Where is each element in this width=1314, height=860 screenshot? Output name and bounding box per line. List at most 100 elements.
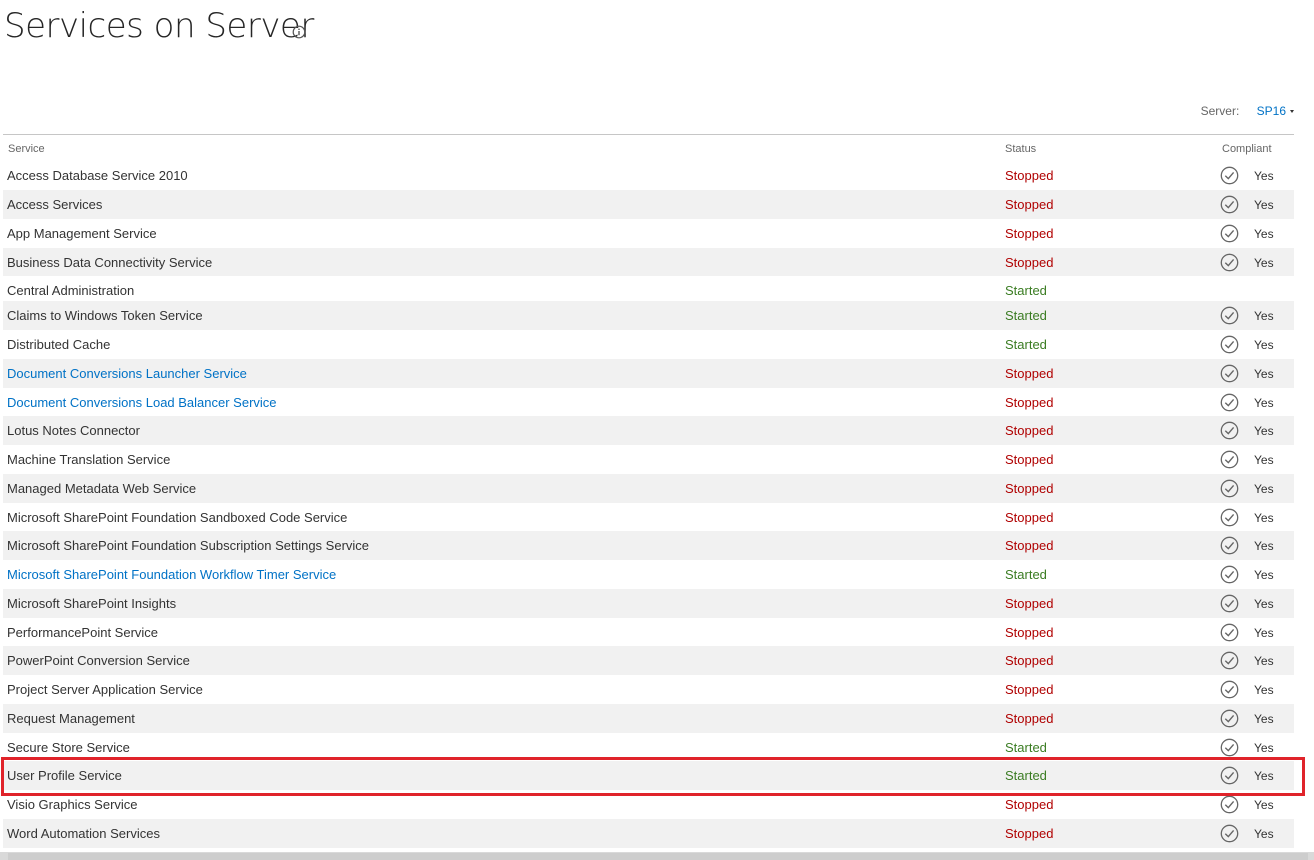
table-header: Service Status Compliant <box>3 135 1294 161</box>
service-name: Visio Graphics Service <box>7 797 138 812</box>
status-action-link[interactable]: Stopped <box>1005 226 1053 241</box>
table-row[interactable]: Visio Graphics Service Stopped Yes <box>3 790 1294 819</box>
page-title: Services on Server <box>4 6 314 46</box>
column-header-service[interactable]: Service <box>8 143 45 155</box>
table-row[interactable]: Microsoft SharePoint Foundation Subscrip… <box>3 531 1294 560</box>
table-row[interactable]: Business Data Connectivity Service Stoppe… <box>3 248 1294 276</box>
check-circle-icon <box>1220 508 1239 527</box>
compliant-value: Yes <box>1254 769 1274 783</box>
service-name: Distributed Cache <box>7 337 111 352</box>
service-name: User Profile Service <box>7 768 122 783</box>
check-circle-icon <box>1220 680 1239 699</box>
status-action-link[interactable]: Stopped <box>1005 366 1053 381</box>
status-action-link[interactable]: Stopped <box>1005 510 1053 525</box>
status-action-link[interactable]: Stopped <box>1005 395 1053 410</box>
check-circle-icon <box>1220 195 1239 214</box>
check-circle-icon <box>1220 738 1239 757</box>
table-row[interactable]: Lotus Notes Connector Stopped Yes <box>3 416 1294 445</box>
service-name: App Management Service <box>7 226 157 241</box>
status-action-link[interactable]: Stopped <box>1005 797 1053 812</box>
table-row[interactable]: Access Services Stopped Yes <box>3 190 1294 219</box>
table-row[interactable]: Access Database Service 2010 Stopped Yes <box>3 161 1294 190</box>
check-circle-icon <box>1220 594 1239 613</box>
status-action-link[interactable]: Stopped <box>1005 255 1053 270</box>
server-label: Server: <box>1200 104 1240 118</box>
service-name: Central Administration <box>7 283 135 298</box>
table-row[interactable]: PowerPoint Conversion Service Stopped Yes <box>3 646 1294 675</box>
check-circle-icon <box>1220 565 1239 584</box>
service-name: Managed Metadata Web Service <box>7 481 197 496</box>
table-row[interactable]: Microsoft SharePoint Insights Stopped Yes <box>3 589 1294 618</box>
service-name: Business Data Connectivity Service <box>7 255 213 270</box>
table-row[interactable]: Central Administration Started <box>3 276 1294 301</box>
service-name: Access Database Service 2010 <box>7 168 188 183</box>
status-action-link[interactable]: Started <box>1005 337 1047 352</box>
service-name: PerformancePoint Service <box>7 625 159 640</box>
caret-down-icon[interactable] <box>1290 110 1294 114</box>
service-link[interactable]: Document Conversions Launcher Service <box>7 366 247 381</box>
table-row[interactable]: Distributed Cache Started Yes <box>3 330 1294 359</box>
service-name: Access Services <box>7 197 103 212</box>
service-name: Request Management <box>7 711 135 726</box>
table-row[interactable]: App Management Service Stopped Yes <box>3 219 1294 248</box>
status-action-link[interactable]: Stopped <box>1005 826 1053 841</box>
check-circle-icon <box>1220 253 1239 272</box>
status-action-link[interactable]: Started <box>1005 283 1047 298</box>
service-link[interactable]: Document Conversions Load Balancer Servi… <box>7 395 277 410</box>
table-row[interactable]: Managed Metadata Web Service Stopped Yes <box>3 474 1294 503</box>
table-row[interactable]: Document Conversions Load Balancer Servi… <box>3 388 1294 416</box>
status-action-link[interactable]: Started <box>1005 768 1047 783</box>
check-circle-icon <box>1220 450 1239 469</box>
table-row[interactable]: Claims to Windows Token Service Started Ye… <box>3 301 1294 330</box>
status-action-link[interactable]: Stopped <box>1005 168 1053 183</box>
service-name: Microsoft SharePoint Foundation Subscrip… <box>7 538 370 553</box>
compliant-value: Yes <box>1254 712 1274 726</box>
status-action-link[interactable]: Stopped <box>1005 682 1053 697</box>
status-action-link[interactable]: Stopped <box>1005 452 1053 467</box>
info-icon[interactable] <box>292 25 306 39</box>
table-row[interactable]: User Profile Service Started Yes <box>3 761 1294 790</box>
table-row[interactable]: Machine Translation Service Stopped Yes <box>3 445 1294 474</box>
status-action-link[interactable]: Stopped <box>1005 653 1053 668</box>
services-table: Service Status Compliant Access Database… <box>3 134 1294 848</box>
column-header-compliant[interactable]: Compliant <box>1222 143 1272 155</box>
compliant-value: Yes <box>1254 511 1274 525</box>
scrollbar-thumb[interactable] <box>8 853 1308 860</box>
compliant-value: Yes <box>1254 367 1274 381</box>
compliant-value: Yes <box>1254 424 1274 438</box>
service-name: Machine Translation Service <box>7 452 171 467</box>
status-action-link[interactable]: Started <box>1005 740 1047 755</box>
table-row[interactable]: Request Management Stopped Yes <box>3 704 1294 733</box>
compliant-value: Yes <box>1254 597 1274 611</box>
table-row[interactable]: Microsoft SharePoint Foundation Sandboxe… <box>3 503 1294 531</box>
status-action-link[interactable]: Stopped <box>1005 625 1053 640</box>
compliant-value: Yes <box>1254 309 1274 323</box>
table-body: Access Database Service 2010 Stopped Yes Ac… <box>3 161 1294 848</box>
status-action-link[interactable]: Started <box>1005 308 1047 323</box>
check-circle-icon <box>1220 393 1239 412</box>
service-name: Microsoft SharePoint Insights <box>7 596 177 611</box>
table-row[interactable]: Document Conversions Launcher Service Sto… <box>3 359 1294 388</box>
table-row[interactable]: Microsoft SharePoint Foundation Workflow… <box>3 560 1294 589</box>
server-dropdown[interactable]: SP16 <box>1257 104 1286 118</box>
service-name: Secure Store Service <box>7 740 130 755</box>
compliant-value: Yes <box>1254 626 1274 640</box>
status-action-link[interactable]: Stopped <box>1005 538 1053 553</box>
service-name: Word Automation Services <box>7 826 160 841</box>
service-link[interactable]: Microsoft SharePoint Foundation Workflow… <box>7 567 336 582</box>
table-row[interactable]: Word Automation Services Stopped Yes <box>3 819 1294 848</box>
status-action-link[interactable]: Stopped <box>1005 197 1053 212</box>
compliant-value: Yes <box>1254 482 1274 496</box>
status-action-link[interactable]: Stopped <box>1005 711 1053 726</box>
column-header-status[interactable]: Status <box>1005 143 1036 155</box>
check-circle-icon <box>1220 479 1239 498</box>
table-row[interactable]: PerformancePoint Service Stopped Yes <box>3 618 1294 646</box>
status-action-link[interactable]: Stopped <box>1005 423 1053 438</box>
status-action-link[interactable]: Stopped <box>1005 596 1053 611</box>
status-action-link[interactable]: Started <box>1005 567 1047 582</box>
table-row[interactable]: Secure Store Service Started Yes <box>3 733 1294 761</box>
compliant-value: Yes <box>1254 539 1274 553</box>
table-row[interactable]: Project Server Application Service Stoppe… <box>3 675 1294 704</box>
status-action-link[interactable]: Stopped <box>1005 481 1053 496</box>
horizontal-scrollbar[interactable] <box>0 852 1314 860</box>
